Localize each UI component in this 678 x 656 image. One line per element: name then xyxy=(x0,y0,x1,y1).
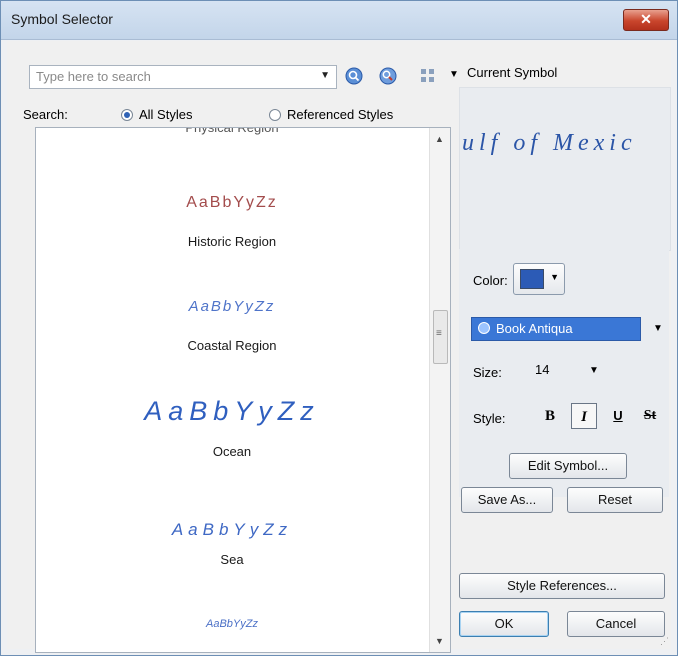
save-as-button[interactable]: Save As... xyxy=(461,487,553,513)
underline-button[interactable]: U xyxy=(605,403,631,429)
symbol-name: Sea xyxy=(220,552,244,567)
list-scrollbar[interactable]: ▲ ▼ xyxy=(429,128,450,652)
symbol-sample: AaBbYyZz xyxy=(186,194,278,211)
edit-symbol-button[interactable]: Edit Symbol... xyxy=(509,453,627,479)
style-references-button[interactable]: Style References... xyxy=(459,573,665,599)
color-swatch xyxy=(520,269,544,289)
symbol-name: Historic Region xyxy=(187,234,277,249)
list-item[interactable]: Physical Region xyxy=(36,127,428,150)
scroll-down-arrow-icon[interactable]: ▼ xyxy=(435,636,444,646)
list-item[interactable]: AaBbYyZz xyxy=(36,612,428,642)
size-value: 14 xyxy=(535,362,550,377)
symbol-selector-dialog: Symbol Selector ✕ ▼ xyxy=(0,0,678,656)
size-dropdown[interactable]: 14 ▼ xyxy=(527,359,607,381)
radio-all-styles[interactable]: All Styles xyxy=(121,107,192,122)
view-options-button[interactable] xyxy=(417,65,439,87)
search-dropdown-arrow[interactable]: ▼ xyxy=(320,70,330,81)
symbol-list[interactable]: Physical Region AaBbYyZz Historic Region… xyxy=(35,127,451,653)
ok-button[interactable]: OK xyxy=(459,611,549,637)
search-input[interactable] xyxy=(30,66,312,86)
view-options-caret[interactable]: ▼ xyxy=(449,69,459,80)
strikethrough-button[interactable]: St xyxy=(637,403,663,429)
symbol-preview: ulf of Mexic xyxy=(459,87,671,251)
radio-button-checked[interactable] xyxy=(121,108,133,121)
size-dropdown-arrow-icon[interactable]: ▼ xyxy=(589,365,599,376)
title-bar[interactable]: Symbol Selector ✕ xyxy=(1,1,677,40)
radio-button-unchecked[interactable] xyxy=(269,108,281,121)
dialog-body: ▼ ▼ Search: xyxy=(7,41,671,653)
radio-referenced-styles[interactable]: Referenced Styles xyxy=(269,107,393,122)
search-scope-label: Search: xyxy=(23,107,68,122)
font-dropdown[interactable]: Book Antiqua ▼ xyxy=(471,317,669,341)
radio-label: Referenced Styles xyxy=(287,107,394,122)
style-label: Style: xyxy=(473,411,506,426)
preview-text: ulf of Mexic xyxy=(462,130,637,156)
font-name: Book Antiqua xyxy=(496,321,573,336)
font-dropdown-arrow-icon[interactable]: ▼ xyxy=(653,323,663,334)
resize-grip-icon[interactable]: ⋰ xyxy=(660,636,669,647)
search-box[interactable]: ▼ xyxy=(29,65,337,89)
search-button[interactable] xyxy=(343,65,365,87)
scroll-up-arrow-icon[interactable]: ▲ xyxy=(435,134,444,144)
opentype-font-icon xyxy=(478,322,490,334)
size-label: Size: xyxy=(473,365,502,380)
list-item[interactable]: AaBbYyZz Coastal Region xyxy=(36,276,428,356)
list-item[interactable]: AaBbYyZz Ocean xyxy=(36,376,428,476)
grid-view-icon xyxy=(421,69,434,82)
font-selected-box[interactable]: Book Antiqua xyxy=(471,317,641,341)
symbol-name: Ocean xyxy=(212,444,252,459)
scrollbar-thumb[interactable] xyxy=(433,310,448,364)
symbol-sample: AaBbYyZz xyxy=(171,520,293,539)
list-item[interactable]: AaBbYyZz Historic Region xyxy=(36,174,428,254)
current-symbol-label: Current Symbol xyxy=(467,65,558,80)
symbol-list-items: Physical Region AaBbYyZz Historic Region… xyxy=(36,128,428,652)
radio-label: All Styles xyxy=(139,107,193,122)
color-dropdown-icon: ▼ xyxy=(550,272,559,282)
symbol-name: Coastal Region xyxy=(187,338,277,353)
close-button[interactable]: ✕ xyxy=(623,9,669,31)
reset-button[interactable]: Reset xyxy=(567,487,663,513)
magnifier-icon xyxy=(345,67,363,85)
color-picker-button[interactable]: ▼ xyxy=(513,263,565,295)
color-label: Color: xyxy=(473,273,508,288)
symbol-sample: AaBbYyZz xyxy=(206,618,258,630)
symbol-sample: AaBbYyZz xyxy=(144,396,320,426)
bold-button[interactable]: B xyxy=(537,403,563,429)
italic-button[interactable]: I xyxy=(571,403,597,429)
symbol-name: Physical Region xyxy=(185,127,279,135)
cancel-button[interactable]: Cancel xyxy=(567,611,665,637)
symbol-sample: AaBbYyZz xyxy=(188,298,276,315)
clear-search-button[interactable] xyxy=(377,65,399,87)
list-item[interactable]: AaBbYyZz Sea xyxy=(36,484,428,584)
window-title: Symbol Selector xyxy=(11,11,113,27)
search-clear-icon xyxy=(379,67,397,85)
